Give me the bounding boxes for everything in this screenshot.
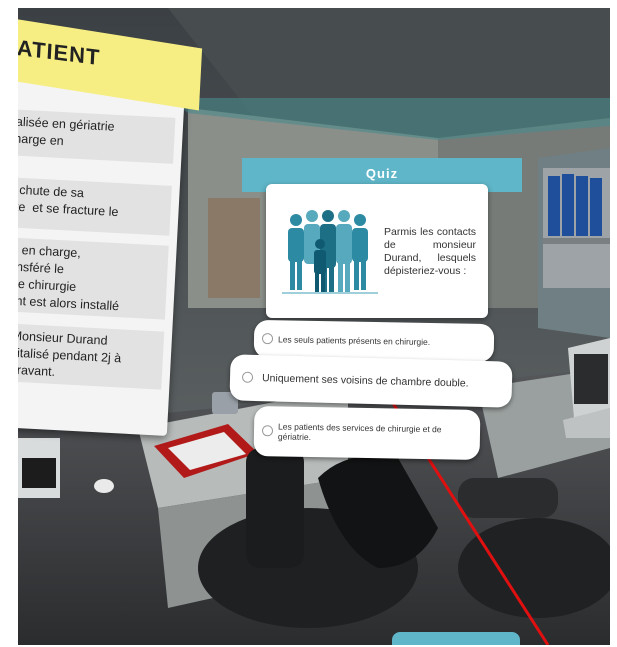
quiz-question-card: Parmis les contacts de monsieur Durand, … <box>266 184 488 318</box>
quiz-title: Quiz <box>365 166 399 181</box>
radio-button-icon[interactable] <box>241 371 254 383</box>
quiz-option-label: Les seuls patients présents en chirurgie… <box>277 334 431 347</box>
vr-viewport: ATIENT éalisée en gériatrie charge en nt… <box>18 8 610 645</box>
patient-text-block: nt chute de sa ette et se fracture le <box>18 176 172 236</box>
quiz-question-text: Parmis les contacts de monsieur Durand, … <box>384 226 476 277</box>
patient-title: ATIENT <box>18 34 101 71</box>
binder <box>548 176 560 236</box>
quiz-option-3[interactable]: Les patients des services de chirurgie e… <box>253 406 481 460</box>
quiz-option-label: Les patients des services de chirurgie e… <box>277 421 442 443</box>
radio-button-icon[interactable] <box>261 333 274 345</box>
patient-text-block: éalisée en gériatrie charge en <box>18 108 176 164</box>
patient-panel: ATIENT éalisée en gériatrie charge en nt… <box>18 14 203 436</box>
bottom-panel-button[interactable] <box>392 632 520 645</box>
quiz-option-2[interactable]: Uniquement ses voisins de chambre double… <box>229 354 513 408</box>
patient-text-block: ise en charge, transféré le e de chirurg… <box>18 236 169 320</box>
quiz-option-label: Uniquement ses voisins de chambre double… <box>261 372 469 390</box>
patient-text-block: n, Monsieur Durand ospitalisé pendant 2j… <box>18 322 165 390</box>
radio-button-icon[interactable] <box>261 425 274 437</box>
group-people-illustration <box>282 210 378 294</box>
